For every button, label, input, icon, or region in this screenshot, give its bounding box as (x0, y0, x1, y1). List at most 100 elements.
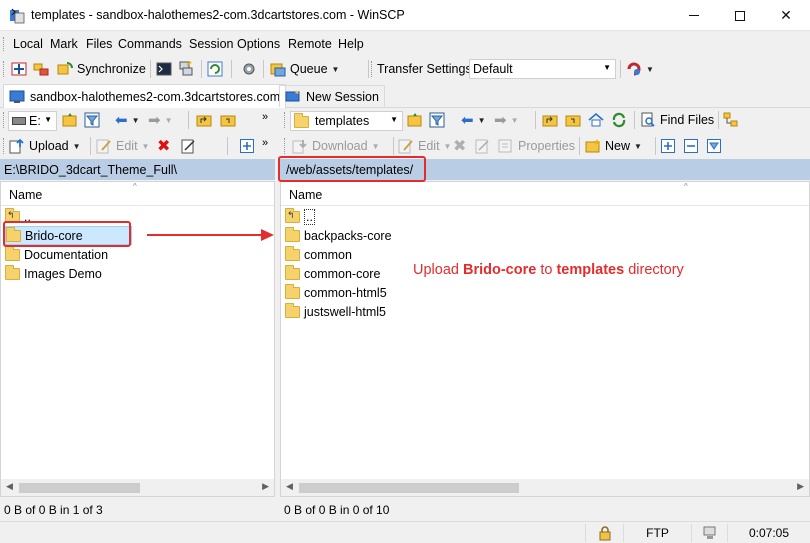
select-all-button[interactable] (660, 136, 676, 156)
compare-button[interactable] (11, 59, 27, 79)
left-column-header[interactable]: Name ^ (1, 182, 274, 206)
upload-button[interactable]: Upload ▼ (9, 136, 81, 156)
left-nav-toolbar: E: ▼ ⬅ ▼ ➡ ▼ » (0, 108, 276, 132)
right-rename-button[interactable] (475, 136, 491, 156)
tree-toggle-button[interactable] (723, 110, 739, 130)
scroll-right-icon[interactable]: ▶ (262, 481, 269, 492)
left-edit-button[interactable]: Edit ▼ (96, 136, 149, 156)
synchronize-button[interactable]: Synchronize (57, 59, 146, 79)
right-folder-value: templates (315, 114, 370, 128)
folder-icon (294, 113, 309, 128)
right-column-header[interactable]: Name ^ (281, 182, 809, 206)
putty-button[interactable] (178, 59, 194, 79)
menu-files[interactable]: Files (86, 37, 112, 51)
right-scroll-thumb[interactable] (299, 483, 519, 493)
menu-session[interactable]: Session (189, 37, 233, 51)
left-delete-button[interactable]: ✖ (157, 136, 170, 156)
download-button[interactable]: Download ▼ (292, 136, 380, 156)
list-item[interactable]: common-core (285, 264, 384, 283)
menu-help[interactable]: Help (338, 37, 364, 51)
list-item-label: backpacks-core (304, 228, 392, 243)
plus-box-icon (661, 139, 675, 153)
right-delete-button[interactable]: ✖ (453, 136, 466, 156)
left-drive-select[interactable]: E: ▼ (8, 111, 57, 131)
refresh-window-icon (207, 61, 223, 77)
scroll-right-icon[interactable]: ▶ (797, 481, 804, 492)
right-edit-button[interactable]: Edit ▼ (398, 136, 451, 156)
list-item[interactable]: justswell-html5 (285, 302, 390, 321)
find-files-button[interactable]: Find Files (640, 110, 714, 130)
tab-session[interactable]: sandbox-halothemes2-com.3dcartstores.com (3, 84, 287, 108)
list-item-label: common (304, 247, 352, 262)
chevron-down-icon: ▼ (477, 115, 486, 125)
right-filter-button[interactable] (429, 110, 445, 130)
preferences-button[interactable] (241, 59, 257, 79)
menu-mark[interactable]: Mark (50, 37, 78, 51)
elapsed-time: 0:07:05 (748, 526, 790, 540)
left-root-dir-button[interactable] (220, 110, 236, 130)
list-item[interactable]: common (285, 245, 356, 264)
right-back-button[interactable]: ⬅ ▼ (461, 110, 486, 130)
transfer-settings-select[interactable]: Default ▼ (469, 59, 616, 79)
transfer-settings-label: Transfer Settings (377, 62, 472, 76)
right-open-folder-button[interactable] (407, 110, 423, 130)
refresh-session-button[interactable] (207, 59, 223, 79)
right-refresh-button[interactable] (611, 110, 627, 130)
menu-local[interactable]: Local (13, 37, 43, 51)
right-home-button[interactable] (588, 110, 604, 130)
right-action-toolbar: Download ▼ Edit ▼ ✖ Properties New ▼ (281, 134, 810, 158)
left-open-folder-button[interactable] (62, 110, 78, 130)
overflow-chevron-icon[interactable]: » (262, 137, 268, 149)
menu-remote[interactable]: Remote (288, 37, 332, 51)
toolbar-separator (655, 137, 656, 155)
left-new-button[interactable] (239, 136, 255, 156)
right-horizontal-scrollbar[interactable]: ◀ ▶ (281, 479, 809, 496)
transfer-options-icon (627, 62, 641, 76)
right-forward-button[interactable]: ➡ ▼ (494, 110, 519, 130)
transfer-options-button[interactable]: ▼ (626, 59, 654, 79)
list-item[interactable]: backpacks-core (285, 226, 396, 245)
download-label: Download (312, 139, 368, 153)
scroll-left-icon[interactable]: ◀ (286, 481, 293, 492)
filter-select-button[interactable] (706, 136, 722, 156)
tab-new-session-label: New Session (306, 89, 379, 104)
list-item[interactable]: Images Demo (5, 264, 106, 283)
right-parent-row[interactable]: ↰ .. (285, 207, 319, 226)
queue-button[interactable]: Queue ▼ (270, 59, 339, 79)
menu-commands[interactable]: Commands (118, 37, 182, 51)
forward-arrow-icon: ➡ (494, 112, 507, 129)
left-forward-button[interactable]: ➡ ▼ (148, 110, 173, 130)
list-item[interactable]: Documentation (5, 245, 112, 264)
maximize-icon (735, 10, 745, 21)
console-button[interactable] (156, 59, 172, 79)
menu-options[interactable]: Options (237, 37, 280, 51)
maximize-button[interactable] (717, 0, 763, 31)
list-item[interactable]: common-html5 (285, 283, 391, 302)
overflow-chevron-icon[interactable]: » (262, 111, 268, 123)
delete-icon: ✖ (157, 138, 171, 155)
chevron-down-icon: ▼ (164, 115, 173, 125)
left-parent-dir-button[interactable] (196, 110, 212, 130)
left-horizontal-scrollbar[interactable]: ◀ ▶ (1, 479, 274, 496)
right-parent-dir-button[interactable] (542, 110, 558, 130)
left-scroll-thumb[interactable] (19, 483, 140, 493)
properties-button[interactable]: Properties (498, 136, 575, 156)
unselect-all-button[interactable] (683, 136, 699, 156)
tab-new-session[interactable]: New Session (279, 85, 385, 107)
left-rename-button[interactable] (181, 136, 197, 156)
new-button[interactable]: New ▼ (585, 136, 642, 156)
transfer-settings-value: Default (473, 62, 513, 76)
back-arrow-icon: ⬅ (461, 112, 474, 129)
right-file-panel[interactable]: Name ^ ↰ .. backpacks-core common common… (280, 181, 810, 497)
queue-icon (270, 63, 286, 77)
toolbar-grip (3, 61, 6, 77)
synchronize-browsing-button[interactable] (33, 59, 49, 79)
left-back-button[interactable]: ⬅ ▼ (115, 110, 140, 130)
annotation-arrow (147, 234, 263, 236)
right-folder-select[interactable]: templates ▼ (290, 111, 403, 131)
minimize-button[interactable] (671, 0, 717, 31)
right-root-dir-button[interactable] (565, 110, 581, 130)
left-filter-button[interactable] (84, 110, 100, 130)
scroll-left-icon[interactable]: ◀ (6, 481, 13, 492)
close-button[interactable]: ✕ (763, 0, 809, 31)
